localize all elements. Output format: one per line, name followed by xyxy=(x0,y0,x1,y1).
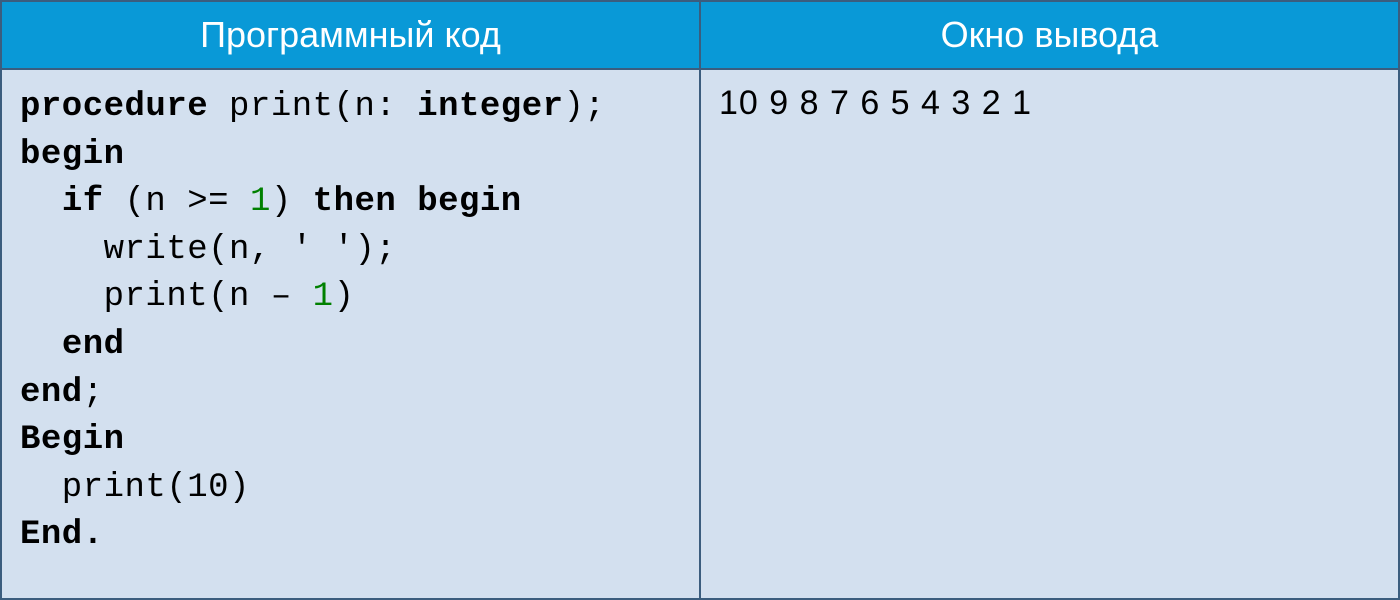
header-code-label: Программный код xyxy=(200,14,501,56)
header-output-column: Окно вывода xyxy=(700,0,1400,70)
header-output-label: Окно вывода xyxy=(941,14,1159,56)
content-row: procedure print(n: integer); begin if (n… xyxy=(0,70,1400,600)
code-block: procedure print(n: integer); begin if (n… xyxy=(20,84,681,560)
output-text: 10 9 8 7 6 5 4 3 2 1 xyxy=(719,84,1380,123)
code-cell: procedure print(n: integer); begin if (n… xyxy=(0,70,700,600)
output-cell: 10 9 8 7 6 5 4 3 2 1 xyxy=(700,70,1400,600)
header-code-column: Программный код xyxy=(0,0,700,70)
header-row: Программный код Окно вывода xyxy=(0,0,1400,70)
table-container: Программный код Окно вывода procedure pr… xyxy=(0,0,1400,600)
